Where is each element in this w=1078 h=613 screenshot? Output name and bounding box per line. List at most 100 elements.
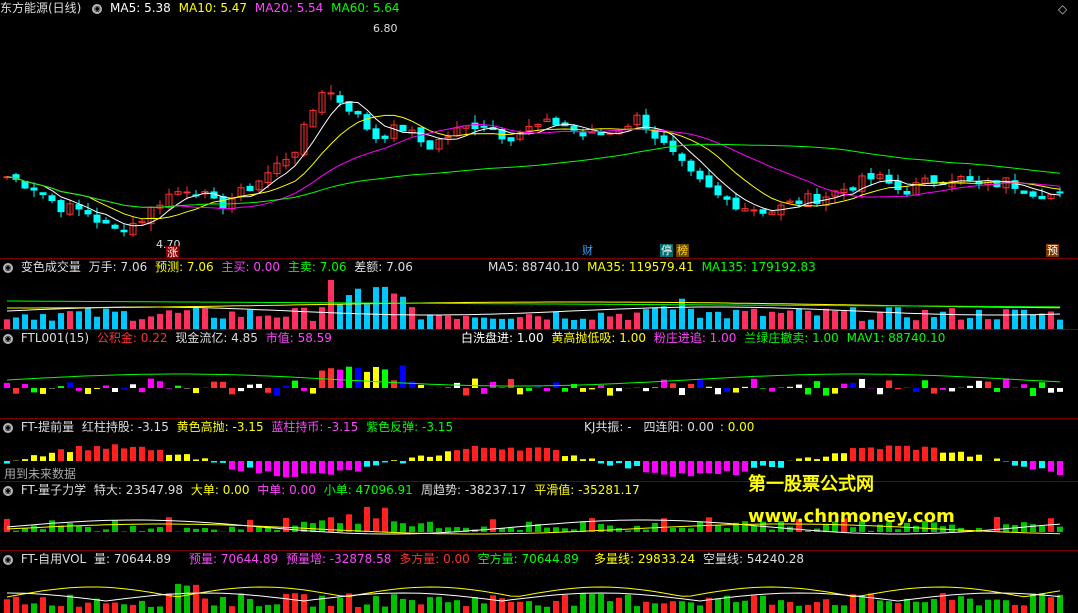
settings-toggle-icon[interactable]: ◉ <box>92 3 103 14</box>
volume-bar <box>382 286 388 329</box>
ftl-bar <box>238 388 244 392</box>
ziyong-bar <box>949 599 955 613</box>
ziyong-bar <box>508 601 514 613</box>
settings-toggle-icon[interactable]: ◉ <box>3 262 13 273</box>
liangzi-bar <box>400 523 406 532</box>
ziyong-bar <box>697 605 703 613</box>
tiqian-bar <box>274 461 280 477</box>
settings-toggle-icon[interactable]: ◉ <box>3 333 13 344</box>
ziyong-bar <box>382 606 388 613</box>
tiqian-bar <box>310 461 316 474</box>
volume-bar <box>760 316 766 329</box>
volume-bar <box>130 320 136 329</box>
ziyong-bar <box>688 602 694 613</box>
ftl001-header: ◉ FTL001(15) 公积金: 0.22 现金流亿: 4.85 市值: 58… <box>0 330 336 346</box>
ftl-bar <box>31 388 37 393</box>
candle <box>885 174 893 184</box>
ziyong-bar <box>778 600 784 613</box>
tiqian-bar <box>400 461 406 464</box>
tiqian-bar <box>355 461 361 472</box>
candle <box>714 185 722 196</box>
volume-bar <box>661 306 667 329</box>
tiqian-bar <box>148 450 154 461</box>
liangzi-bar <box>769 529 775 532</box>
ziyong-bar <box>661 603 667 613</box>
ziyong-bar <box>832 605 838 613</box>
tag-zhang[interactable]: 涨 <box>166 246 179 259</box>
tag-yu[interactable]: 预 <box>1046 244 1059 257</box>
volume-bar <box>580 318 586 329</box>
volume-bar <box>508 318 514 329</box>
ftl-bar <box>571 383 577 388</box>
ftl-bar <box>85 388 91 394</box>
tiqian-bar <box>886 445 892 461</box>
volume-bar <box>913 320 919 329</box>
ftl-bar <box>931 388 937 394</box>
tag-cai[interactable]: 财 <box>581 244 594 257</box>
volume-panel[interactable]: ◉ 变色成交量 万手: 7.06 预测: 7.06 主买: 0.00 主卖: 7… <box>0 259 1078 330</box>
ftl-bar <box>22 384 28 388</box>
tag-bang[interactable]: 榜 <box>676 244 689 257</box>
liangzi-bar <box>715 525 721 532</box>
volume-bar <box>139 319 145 329</box>
liangzi-bar <box>445 527 451 532</box>
ftl-bar <box>130 384 136 388</box>
ftl-xianjin: 现金流亿: 4.85 <box>175 331 258 345</box>
volume-bar <box>949 308 955 329</box>
volume-bar <box>112 311 118 329</box>
ziyong-bar <box>292 593 298 613</box>
ftl001-panel[interactable]: ◉ FTL001(15) 公积金: 0.22 现金流亿: 4.85 市值: 58… <box>0 330 1078 419</box>
volume-bar <box>184 310 190 329</box>
tiqian-bar <box>715 461 721 475</box>
tiqianliang-panel[interactable]: ◉ FT-提前量 红柱持股: -3.15 黄色高抛: -3.15 蓝柱持币: -… <box>0 419 1078 482</box>
candle <box>444 136 452 139</box>
ziyong-bar <box>112 602 118 613</box>
ziyong-bar <box>229 606 235 613</box>
ftl-bar <box>913 388 919 393</box>
volume-bar <box>625 319 631 329</box>
liangzi-bar <box>193 528 199 532</box>
ziyong-bar <box>49 605 55 613</box>
ziyong-bar <box>157 606 163 613</box>
candle <box>39 192 47 195</box>
liangzi-bar <box>724 528 730 532</box>
ftl-bar <box>139 388 145 393</box>
liangzi-bar <box>526 521 532 532</box>
vol-ma35-line <box>7 301 1060 309</box>
ftl-bar <box>976 380 982 388</box>
candle <box>246 185 254 192</box>
liangzi-bar <box>148 528 154 532</box>
settings-toggle-icon[interactable]: ◉ <box>3 554 13 565</box>
candle <box>219 196 227 209</box>
liangzi-bar <box>67 523 73 532</box>
candle <box>480 125 488 128</box>
ziyong-bar <box>823 599 829 613</box>
ftl-bar <box>652 387 658 388</box>
ziyong-bar <box>643 601 649 613</box>
settings-toggle-icon[interactable]: ◉ <box>3 485 13 496</box>
liangzi-bar <box>211 529 217 532</box>
candle <box>372 128 380 140</box>
tiqian-bar <box>670 461 676 477</box>
ziyong-vol-panel[interactable]: ◉ FT-自用VOL 量: 70644.89 预量: 70644.89 预量增:… <box>0 551 1078 613</box>
tiqian-bar <box>769 461 775 467</box>
price-panel[interactable]: 东方能源(日线) ◉ MA5: 5.38 MA10: 5.47 MA20: 5.… <box>0 0 1078 259</box>
ftl-bar <box>958 387 964 388</box>
candle <box>507 137 515 142</box>
vol-wanshou: 万手: 7.06 <box>88 260 148 274</box>
tiqian-bar <box>337 461 343 471</box>
ziyong-bar <box>184 585 190 613</box>
ftl-bar <box>670 383 676 388</box>
volume-bar <box>76 311 82 329</box>
settings-toggle-icon[interactable]: ◉ <box>3 422 13 433</box>
ziyong-bar <box>976 605 982 613</box>
tag-ting[interactable]: 停 <box>660 244 673 257</box>
liangzi-bar <box>13 530 19 532</box>
ziyong-duoliang-line <box>6 586 1061 598</box>
ziyong-bar <box>1012 604 1018 613</box>
tiqian-bar <box>841 453 847 461</box>
candle <box>327 92 335 95</box>
liangzi-bar <box>508 527 514 532</box>
volume-header: ◉ 变色成交量 万手: 7.06 预测: 7.06 主买: 0.00 主卖: 7… <box>0 259 417 275</box>
volume-bar <box>517 317 523 329</box>
